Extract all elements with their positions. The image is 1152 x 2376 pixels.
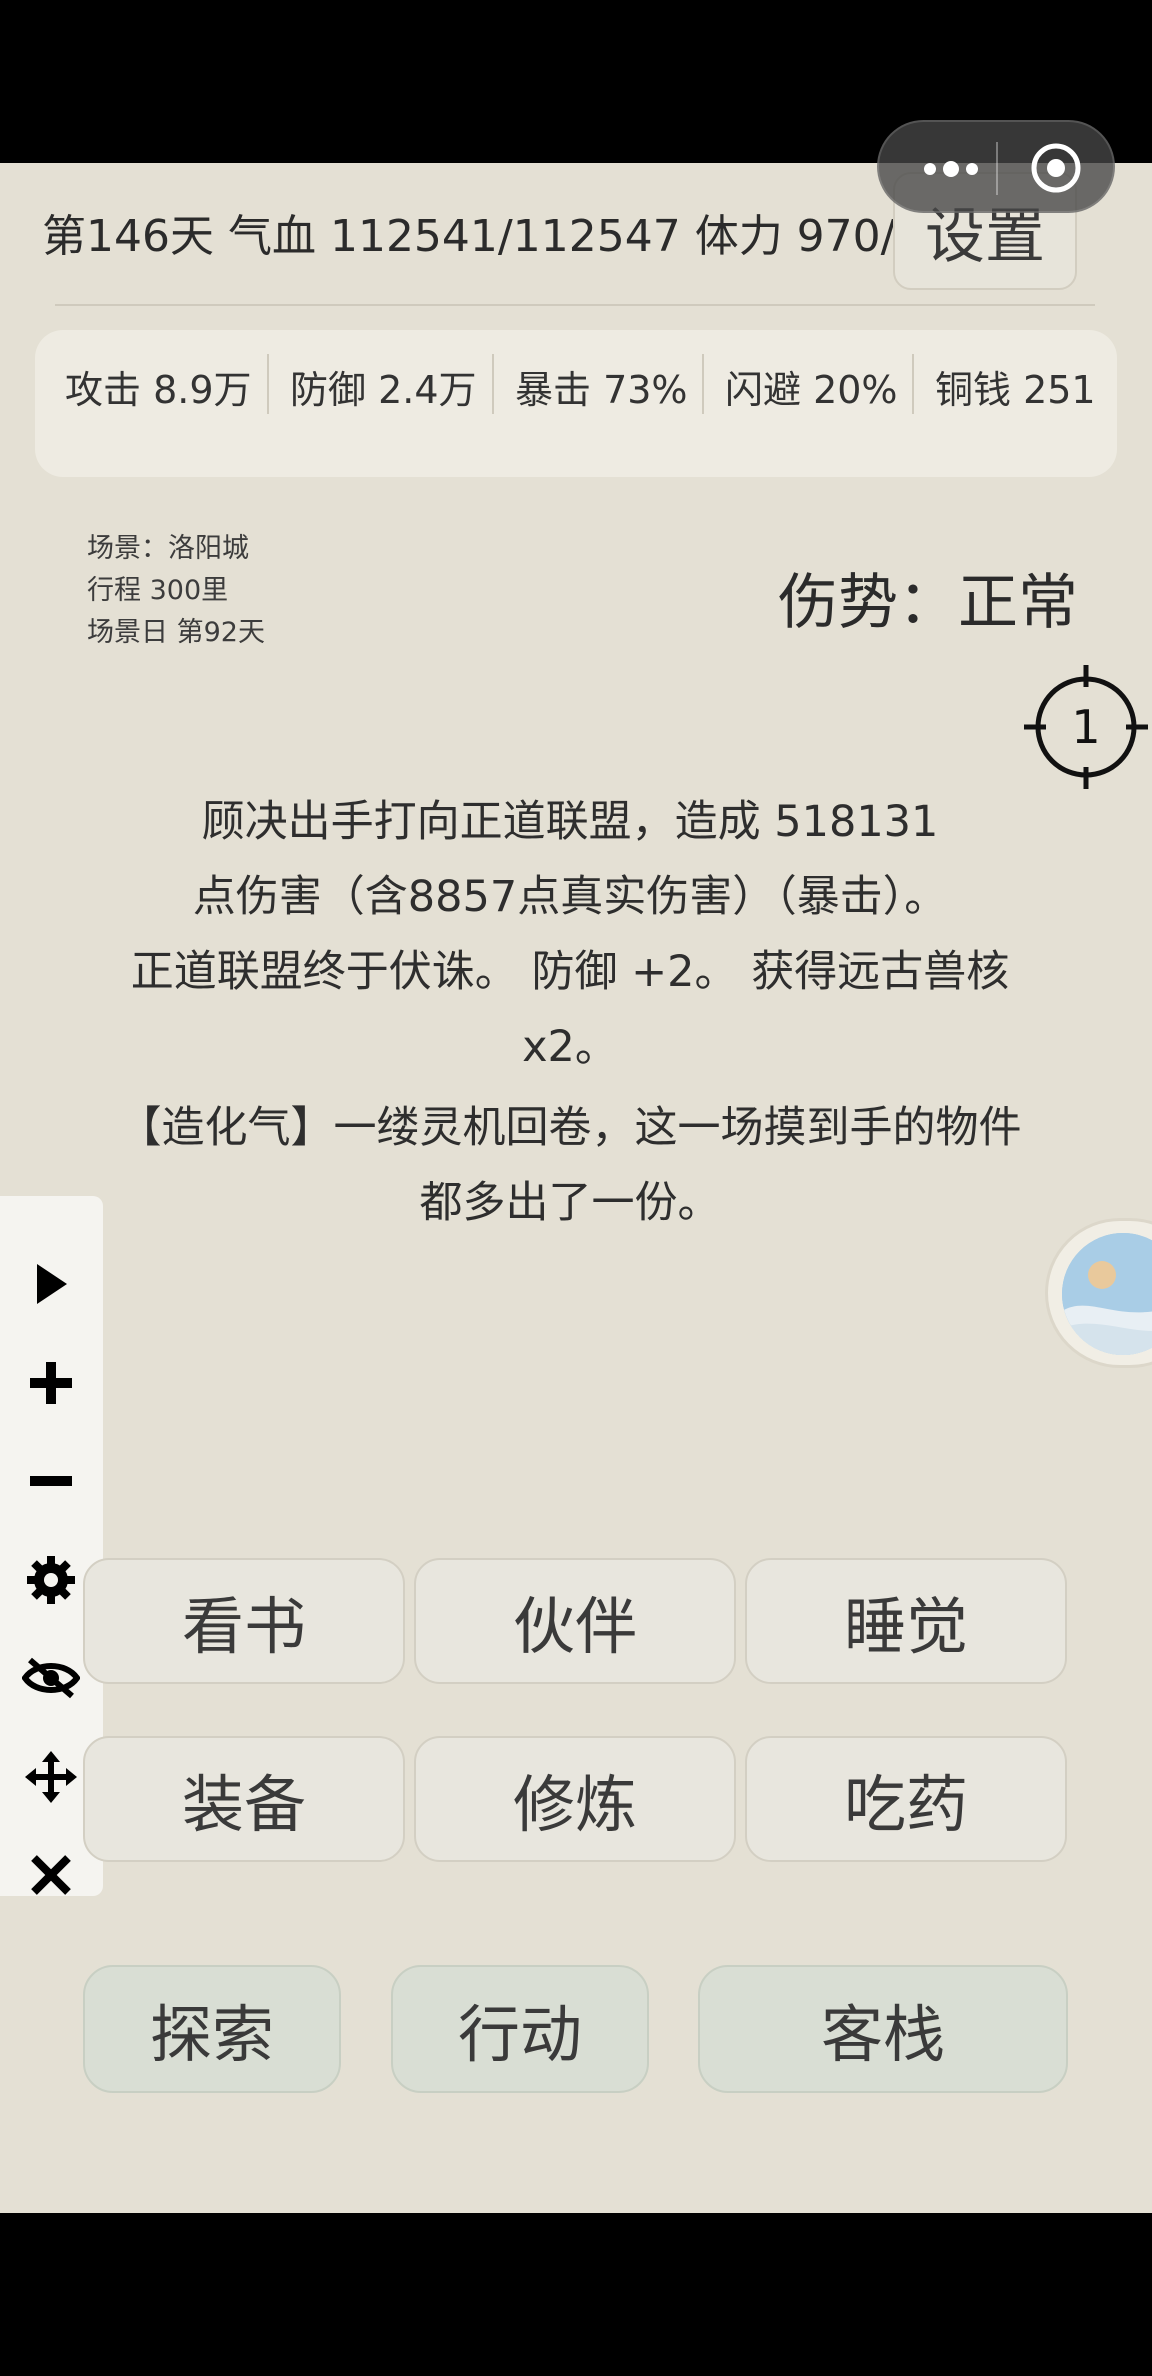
stat-divider xyxy=(492,354,494,414)
close-icon[interactable] xyxy=(16,1840,86,1910)
stat-divider xyxy=(912,354,914,414)
more-menu-icon[interactable] xyxy=(911,122,991,215)
player-status: 第146天 气血 112541/112547 体力 970/970 xyxy=(42,211,980,262)
stat-divider xyxy=(267,354,269,414)
explore-button[interactable]: 探索 xyxy=(83,1965,341,2093)
play-icon[interactable] xyxy=(16,1249,86,1319)
stat-coins: 铜钱 251 xyxy=(935,367,1096,412)
minus-icon[interactable] xyxy=(16,1446,86,1516)
gear-icon[interactable] xyxy=(16,1545,86,1615)
message-line: 点伤害（含8857点真实伤害）（暴击）。 xyxy=(192,872,948,922)
injury-status: 伤势：正常 xyxy=(778,568,1078,638)
partner-button[interactable]: 伙伴 xyxy=(414,1558,736,1684)
stat-dodge: 闪避 20% xyxy=(725,367,898,412)
move-icon[interactable] xyxy=(16,1742,86,1812)
read-book-button[interactable]: 看书 xyxy=(83,1558,405,1684)
message-line: 正道联盟终于伏诛。 防御 +2。 获得远古兽核 xyxy=(130,947,1010,997)
message-line: 【造化气】一缕灵机回卷，这一场摸到手的物件 xyxy=(118,1103,1022,1153)
cultivate-button[interactable]: 修炼 xyxy=(414,1736,736,1862)
stats-panel: 攻击 8.9万 防御 2.4万 暴击 73% 闪避 20% 铜钱 251 xyxy=(35,330,1117,477)
scene-location: 场景：洛阳城 xyxy=(87,533,249,564)
message-line: 顾决出手打向正道联盟，造成 518131 xyxy=(201,797,939,847)
action-button[interactable]: 行动 xyxy=(391,1965,649,2093)
scene-day: 场景日 第92天 xyxy=(87,617,265,648)
take-medicine-button[interactable]: 吃药 xyxy=(745,1736,1067,1862)
close-miniprogram-icon[interactable] xyxy=(1029,141,1083,195)
inn-button[interactable]: 客栈 xyxy=(698,1965,1068,2093)
stat-divider xyxy=(702,354,704,414)
stat-attack: 攻击 8.9万 xyxy=(65,367,252,412)
plus-icon[interactable] xyxy=(16,1348,86,1418)
target-crosshair-icon[interactable]: 1 xyxy=(1024,665,1148,789)
screen: 第146天 气血 112541/112547 体力 970/970 设置 攻击 … xyxy=(0,0,1152,2376)
message-line: 都多出了一份。 xyxy=(419,1178,721,1228)
stat-defense: 防御 2.4万 xyxy=(290,367,477,412)
target-count: 1 xyxy=(1071,700,1100,754)
landscape-image-icon xyxy=(1062,1233,1152,1355)
eye-off-icon[interactable] xyxy=(16,1643,86,1713)
scene-distance: 行程 300里 xyxy=(87,575,229,606)
equipment-button[interactable]: 装备 xyxy=(83,1736,405,1862)
scene-info: 场景：洛阳城 行程 300里 场景日 第92天 xyxy=(87,528,265,654)
header-divider xyxy=(55,304,1095,306)
capsule-divider xyxy=(996,142,998,195)
mini-program-capsule xyxy=(877,120,1115,213)
stat-crit: 暴击 73% xyxy=(515,367,688,412)
battle-message: 顾决出手打向正道联盟，造成 518131 点伤害（含8857点真实伤害）（暴击）… xyxy=(90,785,1050,1241)
message-line: x2。 xyxy=(522,1022,618,1072)
sleep-button[interactable]: 睡觉 xyxy=(745,1558,1067,1684)
